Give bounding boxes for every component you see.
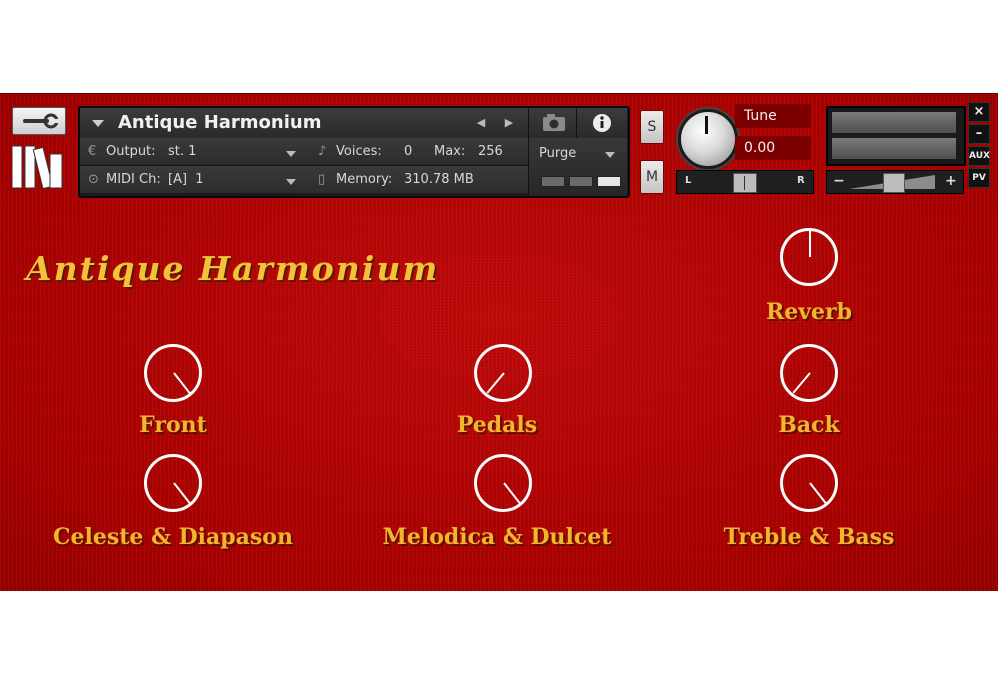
settings-wrench-button[interactable] — [12, 107, 66, 135]
tune-label: Tune — [735, 104, 811, 128]
snapshot-button[interactable] — [528, 108, 577, 139]
library-logo[interactable] — [11, 144, 66, 190]
volume-plus: + — [945, 173, 957, 189]
volume-slider[interactable]: − + — [826, 170, 964, 194]
voices-icon: ♪ — [318, 144, 327, 159]
voices-label: Voices: — [336, 144, 382, 159]
disk-meter — [569, 176, 593, 187]
pan-right-label: R — [797, 175, 805, 186]
max-voices-value[interactable]: 256 — [478, 144, 503, 159]
aux-button[interactable]: AUX — [968, 146, 990, 166]
next-instrument-button[interactable]: ▶ — [502, 116, 516, 130]
volume-slider-handle[interactable] — [883, 173, 905, 193]
melodica-dulcet-label: Melodica & Dulcet — [382, 524, 612, 550]
midi-row: ⊙ MIDI Ch: [A] 1 ▯ Memory: 310.78 MB — [80, 166, 528, 193]
pedals-knob[interactable] — [474, 344, 532, 402]
treble-bass-knob[interactable] — [780, 454, 838, 512]
pedals-knob-indicator — [486, 372, 505, 394]
camera-icon — [543, 114, 565, 131]
pan-slider-handle[interactable] — [733, 173, 757, 193]
output-row: € Output: st. 1 ♪ Voices: 0 Max: 256 — [80, 138, 528, 166]
instrument-header: Antique Harmonium ◀ ▶ € Output: st. 1 ♪ — [78, 106, 630, 198]
treble-bass-knob-indicator — [809, 482, 827, 505]
instrument-name-row: Antique Harmonium ◀ ▶ — [80, 108, 528, 139]
wrench-icon — [23, 113, 59, 129]
pedals-label: Pedals — [456, 412, 538, 438]
pv-button[interactable]: PV — [968, 168, 990, 188]
mute-button[interactable]: M — [640, 160, 664, 194]
front-knob[interactable] — [144, 344, 202, 402]
back-label: Back — [778, 412, 840, 438]
memory-value: 310.78 MB — [404, 172, 474, 187]
memory-label: Memory: — [336, 172, 393, 187]
volume-minus: − — [833, 173, 845, 189]
pan-left-label: L — [685, 175, 692, 186]
celeste-diapason-knob-indicator — [173, 482, 191, 505]
close-button[interactable]: × — [968, 102, 990, 122]
tune-knob[interactable] — [678, 109, 738, 169]
solo-button[interactable]: S — [640, 110, 664, 144]
output-level-meter — [826, 106, 966, 166]
level-meter-left — [832, 112, 956, 133]
midi-icon: ⊙ — [88, 172, 99, 187]
pan-slider[interactable]: L R — [676, 170, 814, 194]
purge-button[interactable]: Purge — [539, 146, 576, 161]
tune-value[interactable]: 0.00 — [735, 136, 811, 160]
instrument-name: Antique Harmonium — [118, 112, 322, 133]
instrument-title: Antique Harmonium — [26, 249, 440, 288]
output-value[interactable]: st. 1 — [168, 144, 196, 159]
minimize-button[interactable]: – — [968, 124, 990, 144]
reverb-knob[interactable] — [780, 228, 838, 286]
reverb-label: Reverb — [765, 299, 853, 325]
prev-instrument-button[interactable]: ◀ — [474, 116, 488, 130]
purge-area: Purge — [528, 138, 627, 196]
activity-meter — [597, 176, 621, 187]
voices-value: 0 — [404, 144, 413, 159]
front-knob-indicator — [173, 372, 191, 395]
treble-bass-label: Treble & Bass — [723, 524, 895, 550]
output-dropdown-arrow[interactable] — [286, 151, 296, 157]
melodica-dulcet-knob[interactable] — [474, 454, 532, 512]
celeste-diapason-label: Celeste & Diapason — [53, 524, 293, 550]
back-knob-indicator — [792, 372, 811, 394]
back-knob[interactable] — [780, 344, 838, 402]
front-label: Front — [139, 412, 207, 438]
midi-label: MIDI Ch: — [106, 172, 161, 187]
info-icon — [593, 114, 611, 132]
celeste-diapason-knob[interactable] — [144, 454, 202, 512]
memory-icon: ▯ — [318, 172, 326, 187]
output-label: Output: — [106, 144, 156, 159]
level-meter-right — [832, 138, 956, 159]
output-icon: € — [88, 144, 97, 159]
cpu-meter — [541, 176, 565, 187]
library-books-icon — [11, 145, 63, 190]
max-label: Max: — [434, 144, 466, 159]
purge-dropdown-arrow[interactable] — [605, 152, 615, 158]
reverb-knob-indicator — [809, 231, 811, 257]
instrument-panel: Antique Harmonium ◀ ▶ € Output: st. 1 ♪ — [0, 93, 998, 591]
midi-dropdown-arrow[interactable] — [286, 179, 296, 185]
instrument-menu-arrow[interactable] — [92, 120, 104, 127]
info-button[interactable] — [576, 108, 627, 139]
tune-knob-indicator — [705, 116, 708, 134]
midi-channel-value[interactable]: [A] 1 — [168, 172, 204, 187]
melodica-dulcet-knob-indicator — [503, 482, 521, 505]
